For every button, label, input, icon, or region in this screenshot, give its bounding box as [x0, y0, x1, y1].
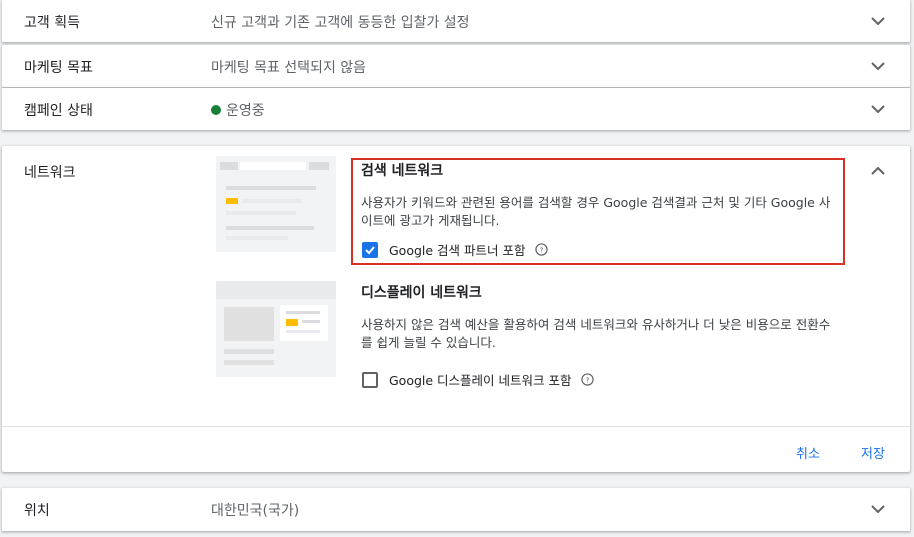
divider: [2, 426, 910, 427]
display-network-illustration: [216, 281, 336, 377]
save-button[interactable]: 저장: [861, 443, 885, 462]
svg-text:?: ?: [539, 245, 543, 254]
display-network-label: Google 디스플레이 네트워크 포함: [389, 373, 572, 388]
chevron-down-icon[interactable]: [870, 58, 886, 74]
display-network-checkbox-row[interactable]: Google 디스플레이 네트워크 포함 ?: [362, 370, 594, 389]
search-partners-label: Google 검색 파트너 포함: [389, 243, 526, 258]
display-network-title: 디스플레이 네트워크: [361, 285, 482, 301]
row-label: 마케팅 목표: [24, 60, 93, 76]
row-label: 고객 획득: [24, 15, 80, 31]
row-value: 마케팅 목표 선택되지 않음: [211, 60, 367, 76]
svg-text:?: ?: [585, 375, 589, 384]
row-campaign-status[interactable]: 캠페인 상태 운영중: [2, 88, 910, 130]
search-partners-checkbox[interactable]: [362, 241, 378, 258]
search-partners-checkbox-row[interactable]: Google 검색 파트너 포함 ?: [362, 240, 548, 259]
row-marketing-goal[interactable]: 마케팅 목표 마케팅 목표 선택되지 않음: [2, 45, 910, 87]
display-network-description: 사용하지 않은 검색 예산을 활용하여 검색 네트워크와 유사하거나 더 낮은 …: [361, 317, 831, 350]
row-value: 신규 고객과 기존 고객에 동등한 입찰가 설정: [211, 15, 470, 31]
search-network-illustration: [216, 156, 336, 252]
status-text: 운영중: [226, 103, 265, 119]
cancel-button[interactable]: 취소: [796, 443, 820, 462]
network-panel: 네트워크 검색 네트워크 사용자가 키워드와 관련된 용어를 검색할 경우 Go…: [2, 146, 910, 472]
row-value: 운영중: [211, 100, 265, 120]
chevron-down-icon[interactable]: [870, 101, 886, 117]
network-label: 네트워크: [24, 165, 76, 181]
row-location[interactable]: 위치 대한민국(국가): [2, 488, 910, 531]
search-network-description: 사용자가 키워드와 관련된 용어를 검색할 경우 Google 검색결과 근처 …: [361, 195, 831, 228]
help-icon[interactable]: ?: [534, 243, 548, 256]
checkmark-icon: [365, 245, 375, 254]
row-label: 캠페인 상태: [24, 103, 93, 119]
search-network-title: 검색 네트워크: [361, 163, 444, 179]
row-label: 위치: [24, 503, 50, 519]
chevron-down-icon[interactable]: [870, 13, 886, 29]
display-network-checkbox[interactable]: [362, 371, 378, 388]
chevron-up-icon[interactable]: [870, 163, 886, 179]
chevron-down-icon[interactable]: [870, 501, 886, 517]
status-dot-icon: [211, 105, 221, 115]
row-customer-acquisition[interactable]: 고객 획득 신규 고객과 기존 고객에 동등한 입찰가 설정: [2, 0, 910, 42]
row-value: 대한민국(국가): [211, 503, 300, 519]
help-icon[interactable]: ?: [580, 373, 594, 386]
